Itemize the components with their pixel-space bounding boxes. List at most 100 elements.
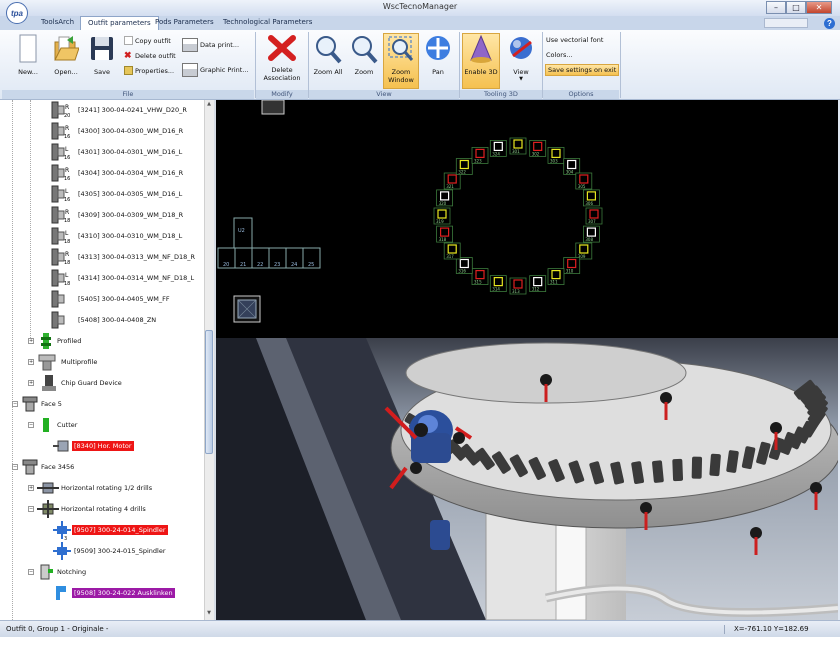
axis-cube-icon[interactable] — [233, 295, 261, 323]
tree-node-face5[interactable]: − Face 5 — [12, 394, 64, 414]
tree-item-tool[interactable]: R 20 [3241] 300-04-0241_VHW_D20_R — [50, 100, 189, 120]
outfit-tree-panel[interactable]: R 20 [3241] 300-04-0241_VHW_D20_R R 16 [4300]… — [0, 100, 204, 620]
turret-drill-bit — [774, 432, 778, 450]
tree-node-notching[interactable]: − Notching — [28, 562, 88, 582]
tab-outfit-parameters[interactable]: Outfit parameters — [80, 16, 159, 30]
expander-icon[interactable]: − — [28, 569, 34, 575]
tree-item-tool[interactable]: [5408] 300-04-0408_ZN — [50, 310, 158, 330]
delete-outfit-button[interactable]: ✖ Delete outfit — [124, 51, 176, 60]
help-icon[interactable]: ? — [824, 18, 835, 29]
tree-item-label: [4305] 300-04-0305_WM_D16_L — [78, 190, 183, 198]
tree-item-spindle-9507[interactable]: [9507] 300-24-014_Spindler — [52, 520, 168, 540]
turret-blade — [652, 460, 664, 483]
chip-guard-icon — [42, 375, 56, 391]
svg-text:18: 18 — [64, 239, 70, 245]
tree-node-hor-rot-1-2[interactable]: + Horizontal rotating 1/2 drills — [28, 478, 154, 498]
magazine-slot-label: 314 — [492, 287, 500, 292]
colors-button[interactable]: Colors... — [546, 51, 573, 59]
expander-icon[interactable]: + — [28, 485, 34, 491]
3d-viewport[interactable] — [216, 338, 838, 620]
new-button[interactable]: New... — [12, 34, 44, 76]
turret-drill-bit — [814, 492, 818, 510]
tree-item-label: [3241] 300-04-0241_VHW_D20_R — [78, 106, 187, 114]
close-button[interactable]: ✕ — [806, 1, 832, 14]
status-coordinates: X=-761.10 Y=182.69 — [734, 625, 809, 633]
scroll-up-icon[interactable]: ▲ — [205, 101, 213, 109]
use-vectorial-font-button[interactable]: Use vectorial font — [546, 36, 603, 44]
minimize-button[interactable]: – — [766, 1, 786, 14]
expander-icon[interactable]: − — [12, 464, 18, 470]
tree-item-tool[interactable]: L 16 [4301] 300-04-0301_WM_D16_L — [50, 142, 184, 162]
tree-item-label: [4300] 300-04-0300_WM_D16_R — [78, 127, 184, 135]
data-print-button[interactable]: Data print... — [182, 38, 239, 52]
tree-node-label: Face 3456 — [41, 463, 75, 471]
tree-item-tool[interactable]: R 18 [4309] 300-04-0309_WM_D18_R — [50, 205, 185, 225]
file-group-label: File — [2, 90, 254, 99]
tree-item-tool[interactable]: L 18 [4314] 300-04-0314_WM_NF_D18_L — [50, 268, 196, 288]
tree-node-label: Multiprofile — [61, 358, 98, 366]
tree-node-cutter[interactable]: − Cutter — [28, 415, 79, 435]
svg-text:18: 18 — [64, 281, 70, 287]
tree-item-tool[interactable]: L 16 [4305] 300-04-0305_WM_D16_L — [50, 184, 184, 204]
zoom-all-label: Zoom All — [313, 68, 343, 76]
window-title: WscTecnoManager — [382, 2, 458, 11]
save-button[interactable]: Save — [86, 34, 118, 76]
expander-icon[interactable]: − — [28, 422, 34, 428]
svg-text:16: 16 — [64, 176, 70, 182]
zoom-button[interactable]: Zoom — [348, 34, 380, 76]
zoom-label: Zoom — [354, 68, 374, 76]
expander-icon[interactable]: + — [28, 380, 34, 386]
tree-item-tool[interactable]: R 16 [4300] 300-04-0300_WM_D16_R — [50, 121, 185, 141]
view-3d-button[interactable]: View ▼ — [504, 34, 538, 82]
save-settings-on-exit-toggle[interactable]: Save settings on exit — [545, 64, 620, 76]
properties-button[interactable]: Properties... — [124, 66, 174, 75]
app-logo-icon[interactable]: tpa — [6, 2, 28, 24]
tree-node-hor-rot-4[interactable]: − Horizontal rotating 4 drills — [28, 499, 148, 519]
turret-drill-bit — [754, 537, 758, 555]
graphic-print-button[interactable]: Graphic Print... — [182, 63, 249, 77]
quick-access-field[interactable] — [764, 18, 808, 28]
zoom-all-button[interactable]: Zoom All — [310, 34, 346, 76]
tree-item-label: [9509] 300-24-015_Spindler — [74, 547, 166, 555]
expander-icon[interactable]: − — [28, 506, 34, 512]
maximize-button[interactable]: □ — [786, 1, 806, 14]
tree-node-chip-guard[interactable]: + Chip Guard Device — [28, 373, 124, 393]
tree-node-face3456[interactable]: − Face 3456 — [12, 457, 76, 477]
tab-pods-parameters[interactable]: Pods Parameters — [148, 16, 221, 30]
expander-icon[interactable]: + — [28, 338, 34, 344]
tool-layout-canvas: U2 20 21 22 23 24 25 301 302 303 304 305 306 307 308 3… — [217, 99, 603, 323]
magazine-slot-label: 303 — [550, 158, 558, 163]
tab-toolsarch[interactable]: ToolsArch — [34, 16, 81, 30]
enable-3d-button[interactable]: Enable 3D — [462, 33, 500, 89]
expander-icon[interactable]: − — [12, 401, 18, 407]
delete-x-icon: ✖ — [124, 50, 132, 60]
open-button[interactable]: Open... — [50, 34, 82, 76]
top-2d-viewport[interactable]: U2 20 21 22 23 24 25 301 302 303 304 305 306 307 308 3… — [216, 99, 838, 338]
delete-association-button[interactable]: Delete Association — [260, 34, 304, 82]
pan-button[interactable]: Pan — [422, 34, 454, 76]
tree-item-tool[interactable]: R 16 [4304] 300-04-0304_WM_D16_R — [50, 163, 185, 183]
tree-scrollbar-thumb[interactable] — [205, 330, 213, 454]
router-bit-icon: R 18 — [50, 247, 74, 267]
scroll-down-icon[interactable]: ▼ — [205, 610, 213, 618]
tree-item-spindle-9509[interactable]: [9509] 300-24-015_Spindler — [52, 541, 168, 561]
svg-text:L: L — [65, 272, 69, 279]
copy-outfit-button[interactable]: Copy outfit — [124, 36, 171, 45]
magazine-slot-label: 305 — [578, 184, 586, 189]
tree-item-notch-9508[interactable]: [9508] 300-24-022 Ausklinken — [52, 583, 175, 603]
tree-item-tool[interactable]: L 18 [4310] 300-04-0310_WM_D18_L — [50, 226, 184, 246]
magazine-slot-label: 307 — [588, 219, 596, 224]
expander-icon[interactable]: + — [28, 359, 34, 365]
zoom-window-button[interactable]: Zoom Window — [383, 33, 419, 89]
tree-node-multiprofile[interactable]: + Multiprofile — [28, 352, 99, 372]
router-bit-icon: L 18 — [50, 226, 74, 246]
router-bit-icon: L 16 — [50, 184, 74, 204]
tree-item-label: [4310] 300-04-0310_WM_D18_L — [78, 232, 183, 240]
tree-item-tool[interactable]: R 18 [4313] 300-04-0313_WM_NF_D18_R — [50, 247, 197, 267]
tree-node-profiled[interactable]: + Profiled — [28, 331, 83, 351]
tree-item-hor-motor[interactable]: [8340] Hor. Motor — [52, 436, 134, 456]
group-separator — [459, 32, 460, 98]
router-bit-icon: L 18 — [50, 268, 74, 288]
tree-item-tool[interactable]: [5405] 300-04-0405_WM_FF — [50, 289, 172, 309]
tab-technological-parameters[interactable]: Technological Parameters — [216, 16, 319, 30]
